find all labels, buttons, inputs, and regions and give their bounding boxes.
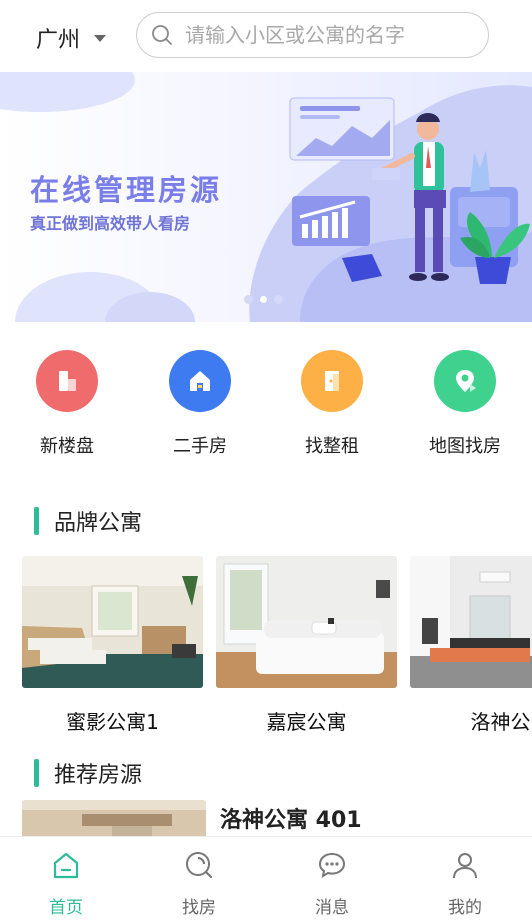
city-selector[interactable]: 广州 [36, 22, 107, 54]
top-bar: 广州 [0, 0, 532, 72]
category-shortcuts: 新楼盘 二手房 找整租 地图找房 [0, 350, 532, 465]
house-icon [169, 350, 231, 412]
brand-card[interactable]: 嘉宸公寓 [216, 556, 397, 735]
message-icon [292, 847, 372, 883]
carousel-dot-active[interactable] [259, 295, 268, 304]
city-label: 广州 [36, 28, 81, 53]
apartment-name: 洛神公 [470, 710, 531, 734]
listing-title: 洛神公寓 401 [220, 808, 362, 833]
brand-apartment-list[interactable]: 蜜影公寓1 嘉宸公寓 洛神公 [22, 556, 532, 746]
tab-label: 找房 [182, 898, 216, 918]
tab-label: 消息 [315, 898, 349, 918]
apartment-photo [22, 556, 203, 688]
profile-icon [425, 847, 505, 883]
category-whole-rent[interactable]: 找整租 [277, 350, 387, 458]
brand-section-header: 品牌公寓 [34, 505, 142, 537]
search-icon [149, 22, 175, 48]
recommend-list-item[interactable]: 洛神公寓 401 [22, 800, 532, 840]
section-title: 品牌公寓 [54, 511, 143, 536]
apartment-photo [216, 556, 397, 688]
section-accent-bar [34, 759, 39, 787]
section-accent-bar [34, 507, 39, 535]
tab-profile[interactable]: 我的 [425, 847, 505, 918]
find-house-icon [159, 847, 239, 883]
search-bar[interactable] [136, 12, 489, 58]
apartment-name: 嘉宸公寓 [266, 710, 347, 734]
category-label: 新楼盘 [40, 436, 94, 457]
tab-messages[interactable]: 消息 [292, 847, 372, 918]
category-second-hand[interactable]: 二手房 [145, 350, 255, 458]
banner-subtitle: 真正做到高效带人看房 [30, 214, 191, 233]
bottom-tab-bar: 首页 找房 消息 我的 [0, 836, 532, 921]
brand-card[interactable]: 蜜影公寓1 [22, 556, 203, 735]
apartment-name: 蜜影公寓1 [66, 710, 159, 734]
home-icon [26, 847, 106, 883]
category-label: 找整租 [305, 436, 359, 457]
category-new-homes[interactable]: 新楼盘 [12, 350, 122, 458]
carousel-dot[interactable] [244, 295, 253, 304]
chevron-down-icon [94, 34, 107, 42]
carousel-indicator [244, 295, 283, 304]
tab-find-house[interactable]: 找房 [159, 847, 239, 918]
tab-label: 我的 [448, 898, 482, 918]
category-label: 地图找房 [429, 436, 501, 457]
tab-label: 首页 [49, 898, 83, 918]
recommend-section-header: 推荐房源 [34, 757, 142, 789]
promo-banner[interactable]: 在线管理房源 真正做到高效带人看房 [0, 72, 532, 322]
search-input[interactable] [185, 23, 475, 47]
listing-photo [22, 800, 206, 840]
category-map-search[interactable]: 地图找房 [410, 350, 520, 458]
section-title: 推荐房源 [54, 763, 143, 788]
map-pin-icon [434, 350, 496, 412]
building-icon [36, 350, 98, 412]
tab-home[interactable]: 首页 [26, 847, 106, 918]
category-label: 二手房 [173, 436, 227, 457]
banner-title: 在线管理房源 [30, 173, 223, 207]
apartment-photo [410, 556, 532, 688]
door-icon [301, 350, 363, 412]
brand-card[interactable]: 洛神公 [410, 556, 532, 735]
carousel-dot[interactable] [274, 295, 283, 304]
